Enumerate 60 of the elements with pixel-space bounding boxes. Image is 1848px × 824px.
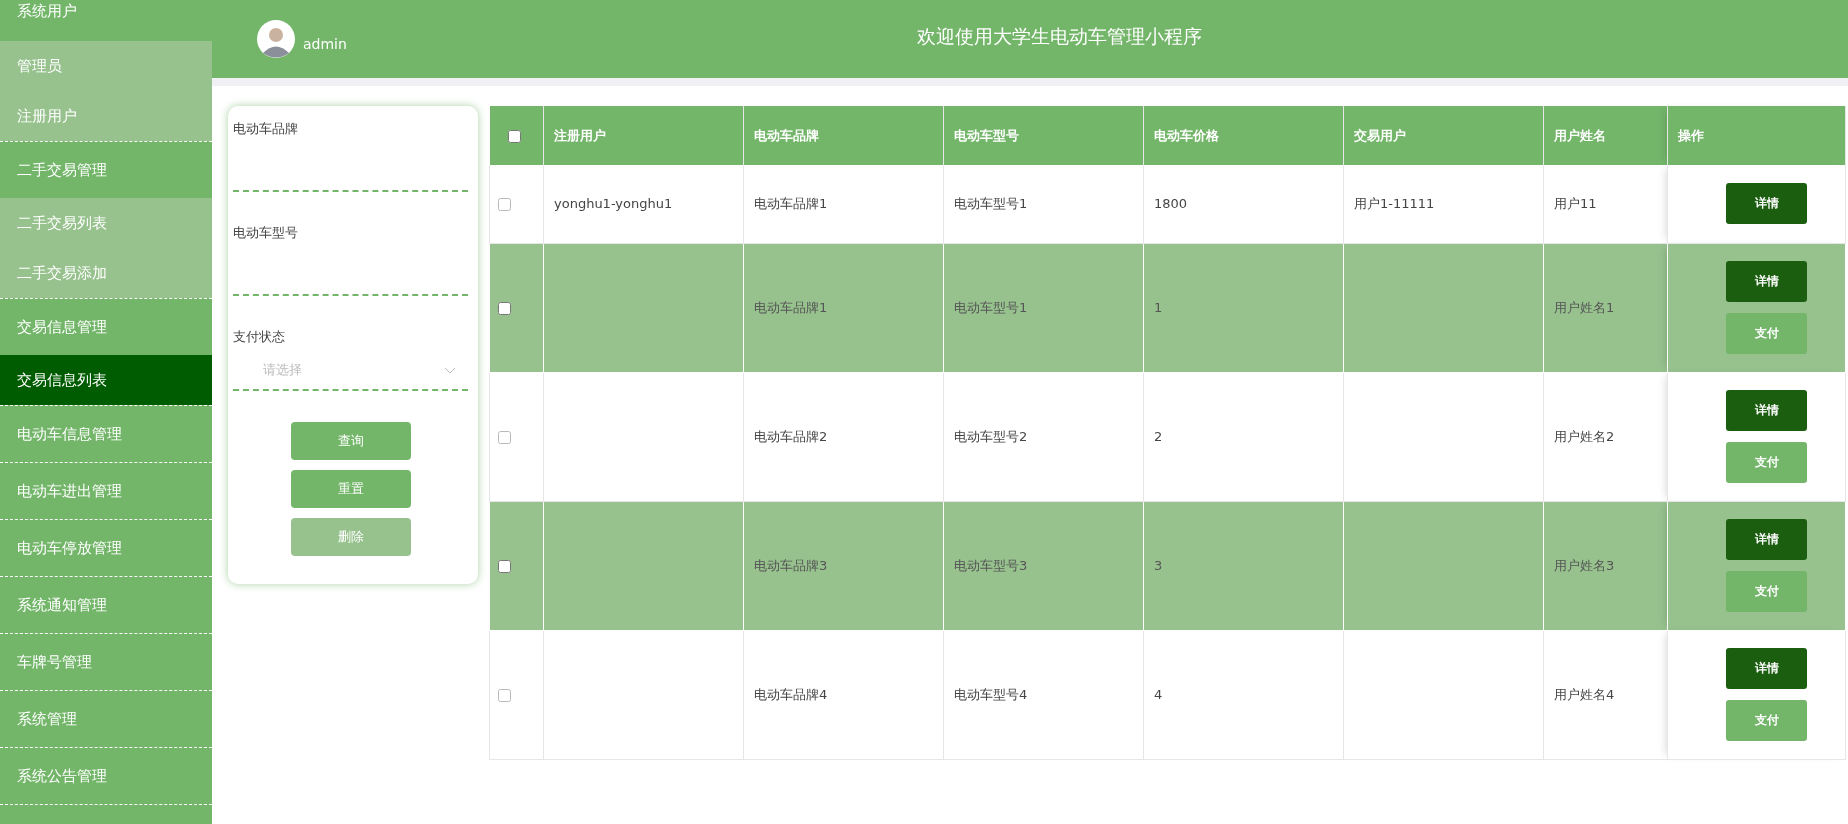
table-cell: 4 [1154, 687, 1163, 702]
row-checkbox[interactable] [498, 560, 511, 573]
table-cell: 用户姓名3 [1554, 557, 1615, 573]
table-cell: 电动车型号2 [954, 428, 1028, 444]
row-checkbox[interactable] [498, 198, 511, 212]
table-cell: 电动车品牌4 [754, 686, 828, 702]
table-cell: 用户姓名2 [1554, 428, 1615, 444]
table-cell: 电动车型号1 [954, 195, 1028, 211]
field-label: 电动车型号 [233, 224, 299, 242]
action-button[interactable]: 重置 [290, 470, 411, 508]
column-header: 用户姓名 [1554, 127, 1606, 143]
table-cell: 2 [1154, 429, 1163, 444]
table-cell: 电动车品牌1 [754, 299, 828, 315]
field-label: 电动车品牌 [233, 120, 299, 138]
row-checkbox[interactable] [498, 302, 511, 315]
table-cell: yonghu1-yonghu1 [554, 196, 673, 212]
table-cell: 电动车型号3 [954, 557, 1028, 573]
submenu-item[interactable]: 注册用户 [0, 91, 212, 141]
table-cell: 电动车品牌2 [754, 428, 828, 444]
column-header: 电动车价格 [1154, 127, 1219, 143]
field-label: 支付状态 [233, 328, 286, 346]
column-header: 注册用户 [554, 127, 606, 143]
action-button[interactable]: 删除 [290, 518, 411, 556]
table-cell: 1 [1154, 300, 1163, 315]
table-cell: 用户姓名1 [1554, 299, 1615, 315]
chevron-down-icon [444, 366, 456, 374]
select-field[interactable]: 请选择 [233, 351, 468, 391]
detail-button[interactable]: 详情 [1726, 261, 1807, 302]
table-cell: 用户1-11111 [1354, 195, 1435, 211]
row-checkbox[interactable] [498, 431, 511, 444]
table-cell: 电动车品牌1 [754, 195, 828, 211]
action-button[interactable]: 查询 [290, 422, 411, 460]
table-cell: 3 [1154, 558, 1163, 573]
table-cell: 用户姓名4 [1554, 686, 1615, 702]
detail-button[interactable]: 详情 [1726, 390, 1807, 431]
detail-button[interactable]: 详情 [1726, 519, 1807, 560]
pay-button[interactable]: 支付 [1726, 313, 1807, 354]
select-all-checkbox[interactable] [507, 130, 521, 143]
submenu-item[interactable]: 二手交易列表 [0, 198, 212, 248]
column-header: 电动车品牌 [754, 127, 819, 143]
pay-button[interactable]: 支付 [1726, 571, 1807, 612]
table-cell: 电动车型号1 [954, 299, 1028, 315]
table-cell: 电动车品牌3 [754, 557, 828, 573]
detail-button[interactable]: 详情 [1726, 183, 1807, 225]
pay-button[interactable]: 支付 [1726, 442, 1807, 483]
column-header: 电动车型号 [954, 127, 1019, 143]
table-cell: 1800 [1154, 196, 1188, 212]
table-cell: 用户11 [1554, 195, 1597, 211]
column-header: 交易用户 [1354, 127, 1406, 143]
submenu-item[interactable]: 管理员 [0, 41, 212, 91]
table-cell: 电动车型号4 [954, 686, 1028, 702]
detail-button[interactable]: 详情 [1726, 648, 1807, 689]
user-name: admin [303, 36, 347, 52]
avatar-icon [257, 20, 295, 58]
column-header: 操作 [1678, 127, 1704, 143]
pay-button[interactable]: 支付 [1726, 700, 1807, 741]
page-title: 欢迎使用大学生电动车管理小程序 [917, 24, 1202, 49]
submenu-item[interactable]: 二手交易添加 [0, 248, 212, 298]
row-checkbox[interactable] [498, 689, 511, 702]
submenu-item[interactable]: 交易信息列表 [0, 355, 212, 405]
